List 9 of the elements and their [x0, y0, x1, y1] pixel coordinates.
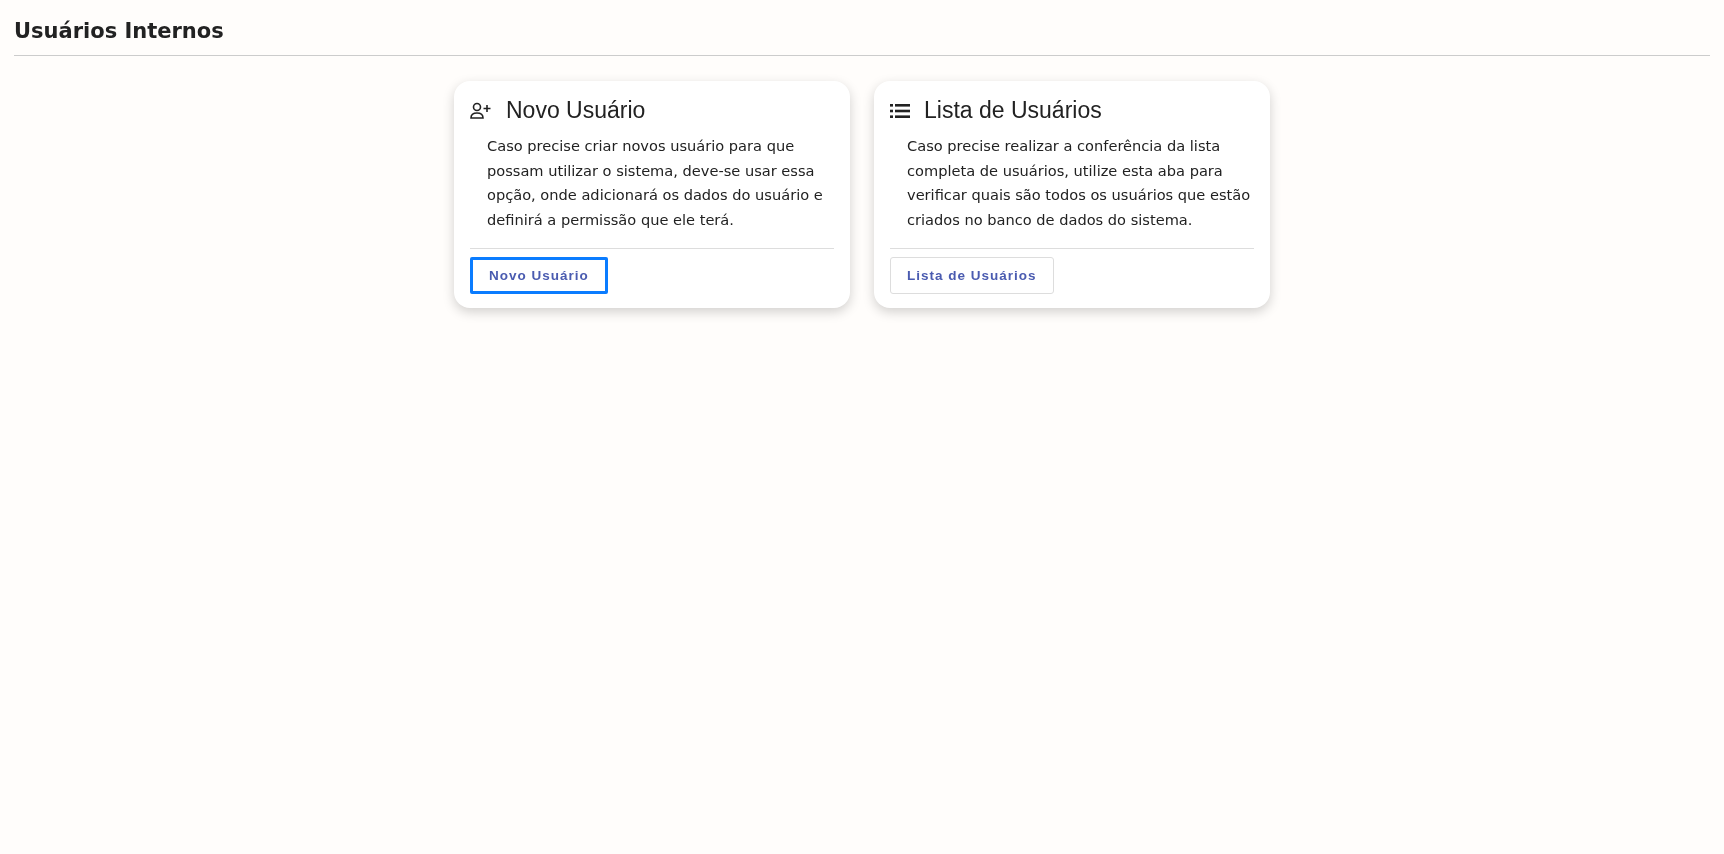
card-description: Caso precise realizar a conferência da lista completa de usuários, utilize esta aba para verificar quais são todos os usuários que estão criados no banco de dados do sistema. — [907, 136, 1252, 230]
new-user-button[interactable]: Novo Usuário — [470, 257, 608, 294]
add-user-icon — [470, 101, 492, 120]
card-title: Lista de Usuários — [924, 97, 1102, 124]
page-title: Usuários Internos — [14, 14, 1710, 56]
card-description: Caso precise criar novos usuário para que possam utilizar o sistema, deve-se usar essa opção, onde adicionará os dados do usuário e definirá a permissão que ele terá. — [487, 136, 824, 230]
list-users-button[interactable]: Lista de Usuários — [890, 257, 1054, 294]
list-icon — [890, 102, 910, 119]
card-title: Novo Usuário — [506, 97, 646, 124]
